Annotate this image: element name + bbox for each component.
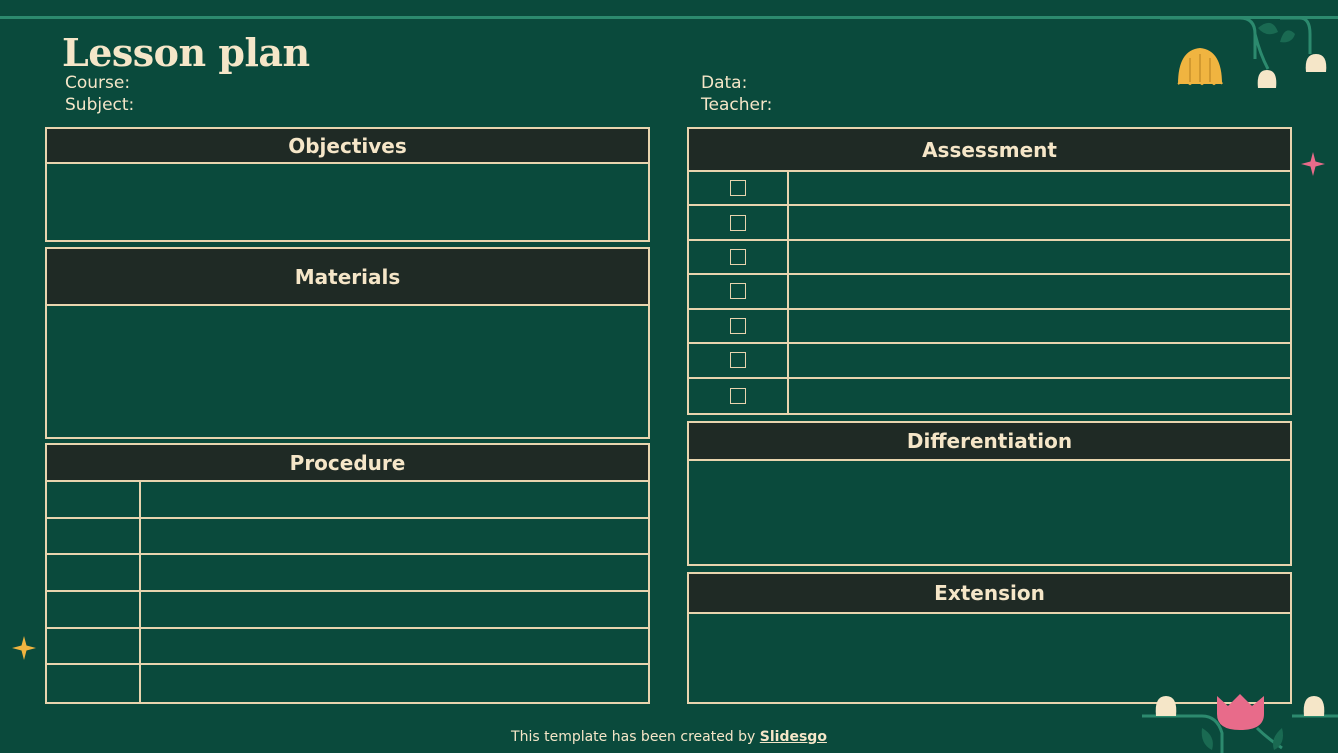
objectives-body[interactable] xyxy=(47,164,648,240)
assessment-row xyxy=(689,309,1290,345)
procedure-row xyxy=(47,518,648,556)
assessment-criteria-cell[interactable] xyxy=(789,172,1290,204)
assessment-criteria-cell[interactable] xyxy=(789,241,1290,273)
footer-brand-link[interactable]: Slidesgo xyxy=(760,729,827,745)
footer: This template has been created by Slides… xyxy=(0,729,1338,745)
procedure-row xyxy=(47,628,648,666)
star-icon xyxy=(1301,152,1325,176)
assessment-row xyxy=(689,378,1290,413)
differentiation-panel: Differentiation xyxy=(687,421,1292,566)
extension-header: Extension xyxy=(689,574,1290,614)
procedure-table xyxy=(47,482,648,702)
checkbox-icon[interactable] xyxy=(730,249,746,266)
assessment-checkbox-cell xyxy=(689,378,789,413)
assessment-row xyxy=(689,344,1290,379)
checkbox-icon[interactable] xyxy=(730,352,746,369)
assessment-header: Assessment xyxy=(689,129,1290,172)
checkbox-icon[interactable] xyxy=(730,387,746,404)
procedure-description-cell[interactable] xyxy=(141,482,648,517)
assessment-row xyxy=(689,275,1290,310)
procedure-description-cell[interactable] xyxy=(141,629,648,664)
footer-text: This template has been created by xyxy=(511,729,760,745)
page-title: Lesson plan xyxy=(62,30,310,75)
procedure-step-cell[interactable] xyxy=(47,591,141,627)
assessment-row xyxy=(689,240,1290,276)
assessment-checkbox-cell xyxy=(689,240,789,274)
course-subject-block: Course: Subject: xyxy=(65,72,134,116)
procedure-panel: Procedure xyxy=(45,443,650,704)
extension-panel: Extension xyxy=(687,572,1292,704)
materials-body[interactable] xyxy=(47,306,648,437)
assessment-panel: Assessment xyxy=(687,127,1292,415)
top-divider xyxy=(0,16,1338,19)
star-icon xyxy=(12,636,36,660)
objectives-panel: Objectives xyxy=(45,127,650,242)
assessment-row xyxy=(689,206,1290,241)
assessment-table xyxy=(689,172,1290,413)
procedure-description-cell[interactable] xyxy=(141,519,648,554)
procedure-description-cell[interactable] xyxy=(141,665,648,702)
checkbox-icon[interactable] xyxy=(730,317,746,334)
assessment-row xyxy=(689,172,1290,207)
assessment-checkbox-cell xyxy=(689,206,789,239)
procedure-header: Procedure xyxy=(47,445,648,482)
assessment-criteria-cell[interactable] xyxy=(789,275,1290,307)
procedure-row xyxy=(47,555,648,592)
assessment-criteria-cell[interactable] xyxy=(789,310,1290,342)
assessment-criteria-cell[interactable] xyxy=(789,344,1290,376)
procedure-row xyxy=(47,665,648,702)
checkbox-icon[interactable] xyxy=(730,180,746,197)
assessment-checkbox-cell xyxy=(689,344,789,377)
materials-header: Materials xyxy=(47,249,648,306)
procedure-row xyxy=(47,482,648,519)
differentiation-header: Differentiation xyxy=(689,423,1290,461)
procedure-description-cell[interactable] xyxy=(141,592,648,627)
procedure-row xyxy=(47,591,648,629)
date-teacher-block: Data: Teacher: xyxy=(701,72,772,116)
checkbox-icon[interactable] xyxy=(730,283,746,300)
date-label: Data: xyxy=(701,73,748,93)
assessment-checkbox-cell xyxy=(689,172,789,205)
materials-panel: Materials xyxy=(45,247,650,439)
procedure-step-cell[interactable] xyxy=(47,482,141,517)
procedure-step-cell[interactable] xyxy=(47,665,141,702)
procedure-step-cell[interactable] xyxy=(47,628,141,664)
assessment-criteria-cell[interactable] xyxy=(789,206,1290,238)
assessment-checkbox-cell xyxy=(689,309,789,343)
subject-label: Subject: xyxy=(65,95,135,115)
procedure-description-cell[interactable] xyxy=(141,555,648,590)
assessment-checkbox-cell xyxy=(689,275,789,308)
procedure-step-cell[interactable] xyxy=(47,555,141,590)
procedure-step-cell[interactable] xyxy=(47,518,141,554)
course-label: Course: xyxy=(65,73,131,93)
checkbox-icon[interactable] xyxy=(730,214,746,231)
teacher-label: Teacher: xyxy=(701,95,773,115)
flower-icon xyxy=(1160,16,1327,88)
objectives-header: Objectives xyxy=(47,129,648,164)
differentiation-body[interactable] xyxy=(689,461,1290,564)
assessment-criteria-cell[interactable] xyxy=(789,379,1290,413)
